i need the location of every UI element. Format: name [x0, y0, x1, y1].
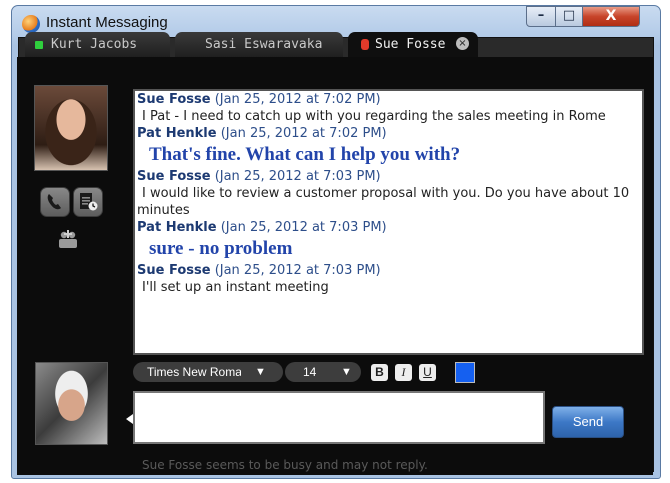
add-participant-button[interactable] [56, 228, 80, 252]
presence-status-text: Sue Fosse seems to be busy and may not r… [142, 458, 428, 472]
tab-close-icon[interactable]: × [456, 37, 469, 50]
message-timestamp: (Jan 25, 2012 at 7:02 PM) [214, 92, 381, 107]
tab-sue-fosse[interactable]: Sue Fosse × [348, 32, 478, 58]
chevron-down-icon: ▼ [255, 366, 266, 378]
chat-message: Sue Fosse (Jan 25, 2012 at 7:02 PM) I Pa… [135, 91, 642, 125]
message-timestamp: (Jan 25, 2012 at 7:03 PM) [214, 263, 381, 278]
tab-kurt-jacobs[interactable]: Kurt Jacobs [25, 32, 170, 58]
add-contact-icon [59, 230, 77, 248]
bold-button[interactable]: B [371, 364, 388, 381]
close-icon: X [605, 8, 617, 24]
maximize-icon: □ [562, 8, 576, 23]
contact-avatar [34, 85, 108, 171]
online-status-icon [35, 41, 43, 49]
message-text: sure - no problem [149, 238, 293, 259]
font-family-value: Times New Roman [147, 365, 241, 379]
text-color-picker[interactable] [455, 362, 475, 383]
conversation-tabs: Kurt Jacobs Sasi Eswaravaka Sue Fosse × [25, 32, 645, 58]
call-button[interactable] [40, 187, 70, 217]
compose-pointer [126, 414, 133, 424]
chat-message: Pat Henkle (Jan 25, 2012 at 7:02 PM) Tha… [135, 125, 642, 168]
chat-message: Sue Fosse (Jan 25, 2012 at 7:03 PM) I'll… [135, 262, 642, 296]
user-avatar [35, 362, 108, 445]
message-sender: Pat Henkle [137, 220, 217, 235]
underline-button[interactable]: U [419, 364, 436, 381]
font-size-value: 14 [303, 365, 317, 379]
message-text: I'll set up an instant meeting [142, 280, 329, 295]
italic-button[interactable]: I [395, 364, 412, 381]
message-text: That's fine. What can I help you with? [149, 144, 461, 165]
font-family-select[interactable]: Times New Roman ▼ [133, 362, 283, 382]
chat-message: Pat Henkle (Jan 25, 2012 at 7:03 PM) sur… [135, 219, 642, 262]
app-logo-icon [22, 15, 40, 33]
tab-label: Sue Fosse [375, 37, 446, 52]
message-text: I Pat - I need to catch up with you rega… [142, 109, 606, 124]
phone-icon [47, 194, 61, 210]
minimize-icon: – [537, 8, 545, 23]
window-title: Instant Messaging [46, 14, 168, 31]
message-sender: Sue Fosse [137, 263, 211, 278]
message-sender: Pat Henkle [137, 126, 217, 141]
tab-label: Sasi Eswaravaka [205, 37, 323, 52]
message-timestamp: (Jan 25, 2012 at 7:03 PM) [214, 169, 381, 184]
busy-status-icon [361, 39, 369, 50]
message-timestamp: (Jan 25, 2012 at 7:02 PM) [220, 126, 387, 141]
tab-sasi-eswaravaka[interactable]: Sasi Eswaravaka [175, 32, 343, 58]
send-button[interactable]: Send [552, 406, 624, 438]
chevron-down-icon: ▼ [341, 366, 352, 378]
notes-icon [80, 193, 98, 211]
message-input[interactable] [133, 391, 545, 444]
font-size-select[interactable]: 14 ▼ [285, 362, 361, 382]
message-sender: Sue Fosse [137, 92, 211, 107]
chat-message: Sue Fosse (Jan 25, 2012 at 7:03 PM) I wo… [135, 168, 642, 219]
maximize-button[interactable]: □ [555, 6, 583, 27]
minimize-button[interactable]: – [526, 6, 556, 27]
message-history[interactable]: Sue Fosse (Jan 25, 2012 at 7:02 PM) I Pa… [133, 89, 644, 355]
close-button[interactable]: X [582, 6, 640, 27]
message-sender: Sue Fosse [137, 169, 211, 184]
message-text: I would like to review a customer propos… [137, 186, 630, 218]
notes-button[interactable] [73, 187, 103, 217]
tab-label: Kurt Jacobs [51, 37, 138, 52]
message-timestamp: (Jan 25, 2012 at 7:03 PM) [220, 220, 387, 235]
